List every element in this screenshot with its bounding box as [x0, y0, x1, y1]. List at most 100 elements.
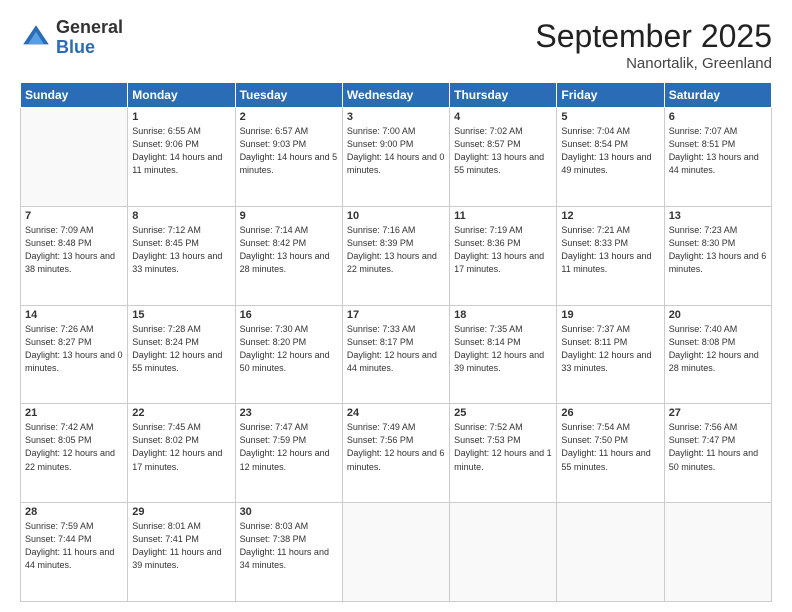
calendar-cell: 2Sunrise: 6:57 AMSunset: 9:03 PMDaylight…	[235, 108, 342, 207]
calendar-cell: 30 Sunrise: 8:03 AMSunset: 7:38 PMDayligh…	[235, 503, 342, 602]
day-number: 21	[25, 407, 123, 419]
weekday-header: Friday	[557, 83, 664, 108]
day-info: Sunrise: 7:28 AMSunset: 8:24 PMDaylight:…	[132, 323, 230, 375]
logo-general: General	[56, 17, 123, 37]
calendar-cell: 5 Sunrise: 7:04 AMSunset: 8:54 PMDaylight…	[557, 108, 664, 207]
calendar-cell: 3 Sunrise: 7:00 AMSunset: 9:00 PMDaylight…	[342, 108, 449, 207]
day-number: 27	[669, 407, 767, 419]
day-number: 6	[669, 111, 767, 123]
title-block: September 2025 Nanortalik, Greenland	[535, 18, 772, 72]
calendar-week-row: 21 Sunrise: 7:42 AMSunset: 8:05 PMDayligh…	[21, 404, 772, 503]
calendar-cell: 27 Sunrise: 7:56 AMSunset: 7:47 PMDayligh…	[664, 404, 771, 503]
day-info: Sunrise: 8:03 AMSunset: 7:38 PMDaylight:…	[240, 520, 338, 572]
day-info: Sunrise: 7:02 AMSunset: 8:57 PMDaylight:…	[454, 125, 552, 177]
day-number: 2	[240, 111, 338, 123]
calendar-cell: 24 Sunrise: 7:49 AMSunset: 7:56 PMDayligh…	[342, 404, 449, 503]
location: Nanortalik, Greenland	[535, 55, 772, 72]
day-number: 25	[454, 407, 552, 419]
calendar-cell	[450, 503, 557, 602]
calendar-cell: 18Sunrise: 7:35 AMSunset: 8:14 PMDayligh…	[450, 305, 557, 404]
day-info: Sunrise: 7:49 AMSunset: 7:56 PMDaylight:…	[347, 421, 445, 473]
calendar-cell: 22 Sunrise: 7:45 AMSunset: 8:02 PMDayligh…	[128, 404, 235, 503]
calendar-cell	[21, 108, 128, 207]
calendar-week-row: 28 Sunrise: 7:59 AMSunset: 7:44 PMDayligh…	[21, 503, 772, 602]
day-info: Sunrise: 7:35 AMSunset: 8:14 PMDaylight:…	[454, 323, 552, 375]
weekday-header: Saturday	[664, 83, 771, 108]
day-number: 24	[347, 407, 445, 419]
weekday-header: Wednesday	[342, 83, 449, 108]
calendar-cell: 17Sunrise: 7:33 AMSunset: 8:17 PMDayligh…	[342, 305, 449, 404]
calendar-cell: 28 Sunrise: 7:59 AMSunset: 7:44 PMDayligh…	[21, 503, 128, 602]
day-info: Sunrise: 7:09 AMSunset: 8:48 PMDaylight:…	[25, 224, 123, 276]
weekday-header: Sunday	[21, 83, 128, 108]
day-number: 10	[347, 210, 445, 222]
page: General Blue September 2025 Nanortalik, …	[0, 0, 792, 612]
calendar-cell: 20 Sunrise: 7:40 AMSunset: 8:08 PMDayligh…	[664, 305, 771, 404]
day-number: 12	[561, 210, 659, 222]
day-info: Sunrise: 6:55 AMSunset: 9:06 PMDaylight:…	[132, 125, 230, 177]
day-number: 5	[561, 111, 659, 123]
day-info: Sunrise: 7:21 AMSunset: 8:33 PMDaylight:…	[561, 224, 659, 276]
calendar-cell: 10 Sunrise: 7:16 AMSunset: 8:39 PMDayligh…	[342, 206, 449, 305]
calendar-week-row: 14 Sunrise: 7:26 AMSunset: 8:27 PMDayligh…	[21, 305, 772, 404]
day-number: 3	[347, 111, 445, 123]
calendar-cell	[557, 503, 664, 602]
calendar-cell: 15Sunrise: 7:28 AMSunset: 8:24 PMDayligh…	[128, 305, 235, 404]
day-info: Sunrise: 7:04 AMSunset: 8:54 PMDaylight:…	[561, 125, 659, 177]
day-info: Sunrise: 7:16 AMSunset: 8:39 PMDaylight:…	[347, 224, 445, 276]
logo-text: General Blue	[56, 18, 123, 58]
logo: General Blue	[20, 18, 123, 58]
logo-blue: Blue	[56, 37, 95, 57]
calendar-cell: 9Sunrise: 7:14 AMSunset: 8:42 PMDaylight…	[235, 206, 342, 305]
weekday-row: SundayMondayTuesdayWednesdayThursdayFrid…	[21, 83, 772, 108]
day-info: Sunrise: 7:56 AMSunset: 7:47 PMDaylight:…	[669, 421, 767, 473]
day-number: 20	[669, 309, 767, 321]
calendar-cell: 19Sunrise: 7:37 AMSunset: 8:11 PMDayligh…	[557, 305, 664, 404]
day-info: Sunrise: 7:52 AMSunset: 7:53 PMDaylight:…	[454, 421, 552, 473]
day-info: Sunrise: 7:26 AMSunset: 8:27 PMDaylight:…	[25, 323, 123, 375]
day-info: Sunrise: 7:37 AMSunset: 8:11 PMDaylight:…	[561, 323, 659, 375]
calendar-cell: 1Sunrise: 6:55 AMSunset: 9:06 PMDaylight…	[128, 108, 235, 207]
calendar-cell	[664, 503, 771, 602]
calendar-body: 1Sunrise: 6:55 AMSunset: 9:06 PMDaylight…	[21, 108, 772, 602]
calendar-week-row: 7 Sunrise: 7:09 AMSunset: 8:48 PMDaylight…	[21, 206, 772, 305]
calendar-cell: 14 Sunrise: 7:26 AMSunset: 8:27 PMDayligh…	[21, 305, 128, 404]
day-info: Sunrise: 7:14 AMSunset: 8:42 PMDaylight:…	[240, 224, 338, 276]
calendar-cell: 11Sunrise: 7:19 AMSunset: 8:36 PMDayligh…	[450, 206, 557, 305]
day-info: Sunrise: 7:54 AMSunset: 7:50 PMDaylight:…	[561, 421, 659, 473]
calendar-cell: 21 Sunrise: 7:42 AMSunset: 8:05 PMDayligh…	[21, 404, 128, 503]
day-info: Sunrise: 7:42 AMSunset: 8:05 PMDaylight:…	[25, 421, 123, 473]
calendar-cell: 23Sunrise: 7:47 AMSunset: 7:59 PMDayligh…	[235, 404, 342, 503]
day-info: Sunrise: 7:30 AMSunset: 8:20 PMDaylight:…	[240, 323, 338, 375]
day-number: 16	[240, 309, 338, 321]
day-number: 22	[132, 407, 230, 419]
calendar-cell: 13Sunrise: 7:23 AMSunset: 8:30 PMDayligh…	[664, 206, 771, 305]
day-info: Sunrise: 7:59 AMSunset: 7:44 PMDaylight:…	[25, 520, 123, 572]
day-info: Sunrise: 7:12 AMSunset: 8:45 PMDaylight:…	[132, 224, 230, 276]
calendar-cell: 7 Sunrise: 7:09 AMSunset: 8:48 PMDaylight…	[21, 206, 128, 305]
calendar-cell: 12 Sunrise: 7:21 AMSunset: 8:33 PMDayligh…	[557, 206, 664, 305]
day-info: Sunrise: 7:45 AMSunset: 8:02 PMDaylight:…	[132, 421, 230, 473]
calendar-cell: 6Sunrise: 7:07 AMSunset: 8:51 PMDaylight…	[664, 108, 771, 207]
day-number: 11	[454, 210, 552, 222]
day-info: Sunrise: 7:00 AMSunset: 9:00 PMDaylight:…	[347, 125, 445, 177]
logo-icon	[20, 22, 52, 54]
month-title: September 2025	[535, 18, 772, 55]
day-info: Sunrise: 7:23 AMSunset: 8:30 PMDaylight:…	[669, 224, 767, 276]
weekday-header: Tuesday	[235, 83, 342, 108]
day-number: 8	[132, 210, 230, 222]
day-number: 4	[454, 111, 552, 123]
day-number: 14	[25, 309, 123, 321]
calendar-cell: 4 Sunrise: 7:02 AMSunset: 8:57 PMDaylight…	[450, 108, 557, 207]
day-number: 30	[240, 506, 338, 518]
day-info: Sunrise: 7:40 AMSunset: 8:08 PMDaylight:…	[669, 323, 767, 375]
calendar-header: SundayMondayTuesdayWednesdayThursdayFrid…	[21, 83, 772, 108]
day-number: 7	[25, 210, 123, 222]
day-number: 28	[25, 506, 123, 518]
weekday-header: Thursday	[450, 83, 557, 108]
calendar-week-row: 1Sunrise: 6:55 AMSunset: 9:06 PMDaylight…	[21, 108, 772, 207]
calendar-cell: 16 Sunrise: 7:30 AMSunset: 8:20 PMDayligh…	[235, 305, 342, 404]
calendar-cell	[342, 503, 449, 602]
day-info: Sunrise: 7:47 AMSunset: 7:59 PMDaylight:…	[240, 421, 338, 473]
day-number: 29	[132, 506, 230, 518]
